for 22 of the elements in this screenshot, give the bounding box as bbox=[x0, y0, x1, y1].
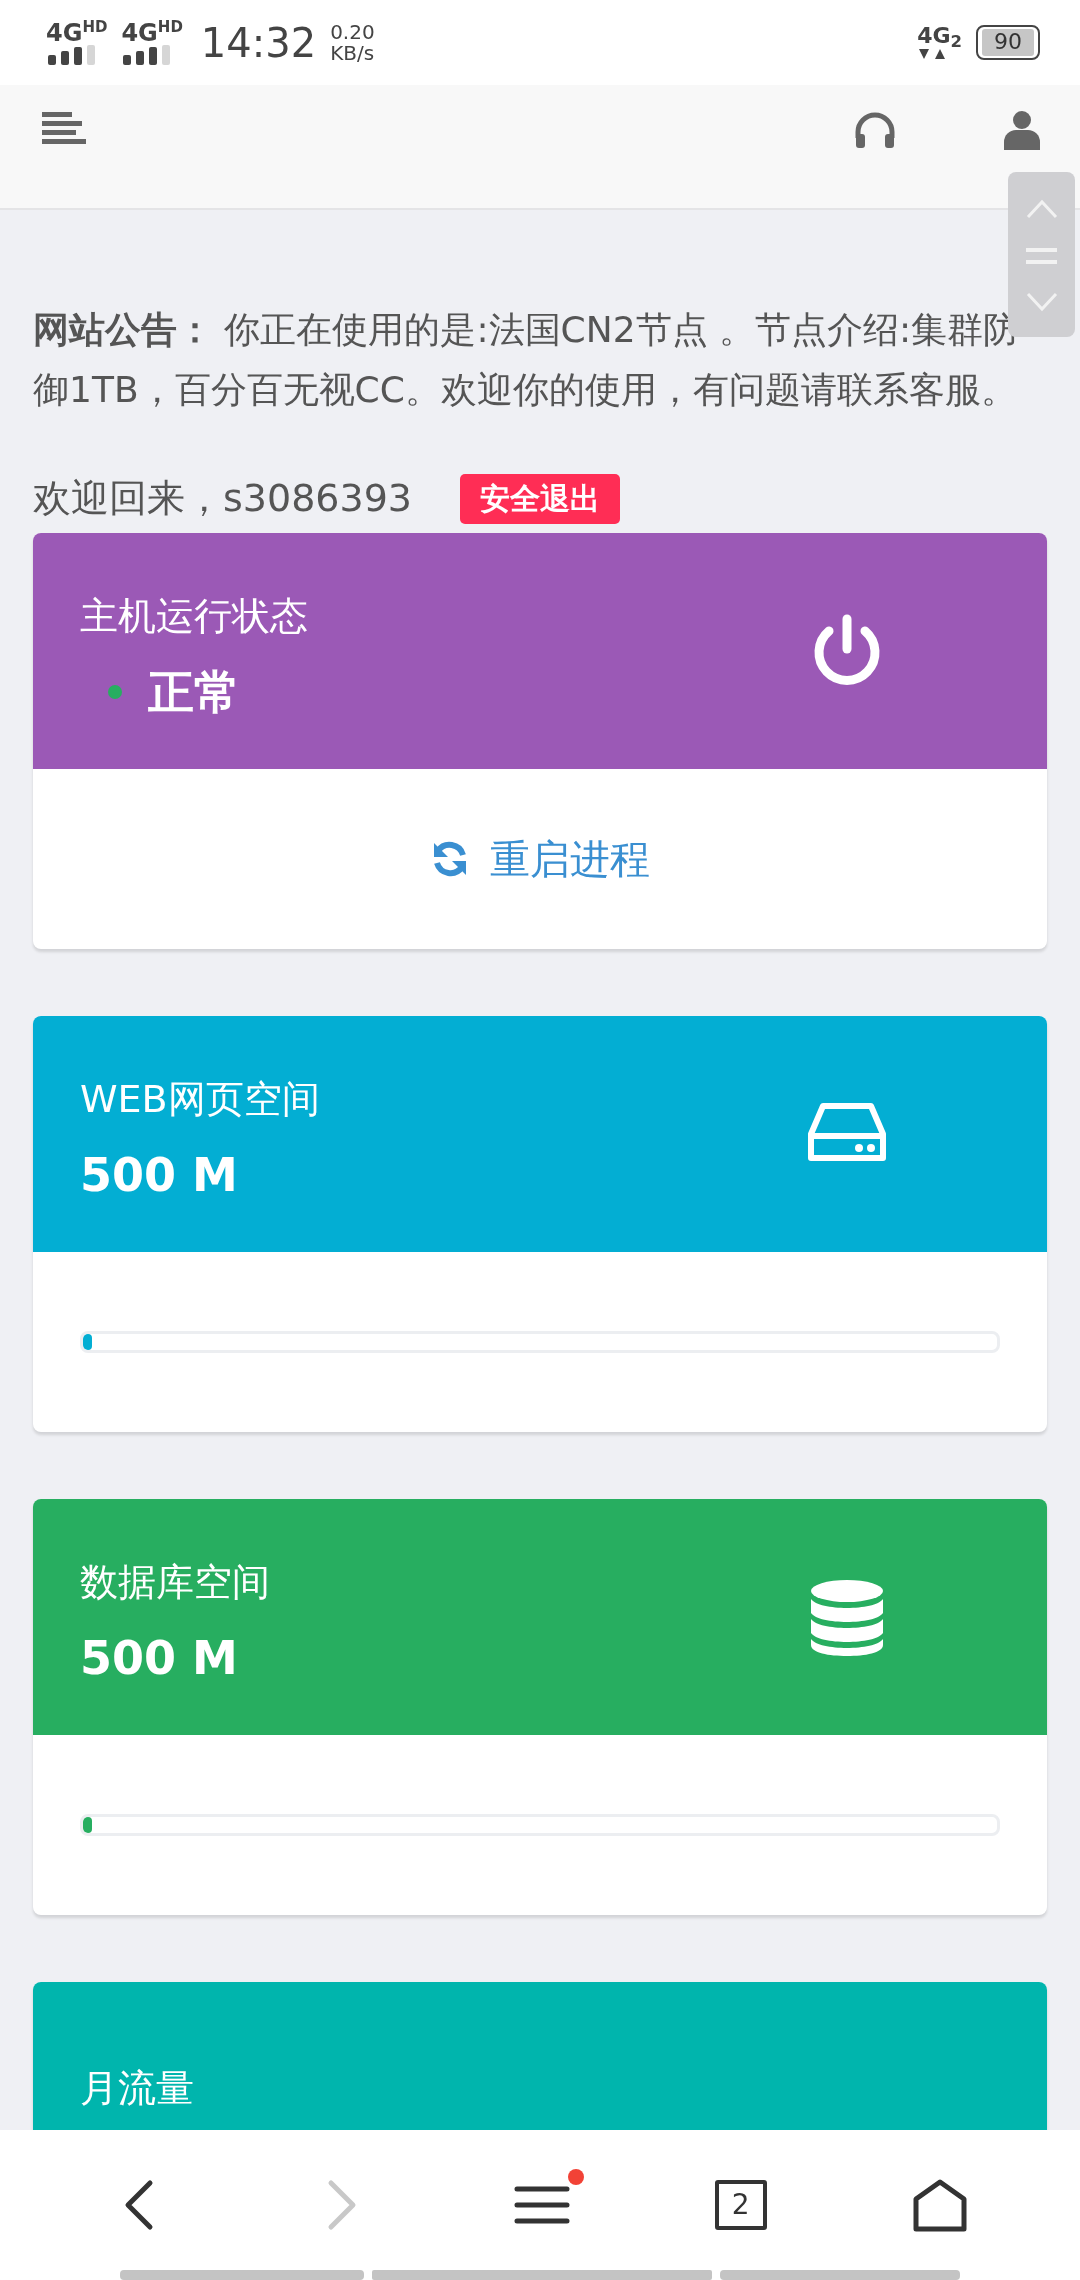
battery-level: 90 bbox=[982, 29, 1034, 56]
signal-label: 4G$^{HD}$ bbox=[46, 20, 108, 45]
network-speed: 0.20 bbox=[330, 21, 375, 43]
card-value: 500 M bbox=[80, 1151, 238, 1198]
headphones-icon[interactable] bbox=[854, 112, 896, 150]
card-value: 500 M bbox=[80, 1634, 238, 1681]
logout-button[interactable]: 安全退出 bbox=[460, 473, 621, 524]
card-value: 正常 bbox=[148, 668, 240, 715]
clock-time: 14:32 bbox=[200, 18, 317, 68]
card-title: 月流量 bbox=[80, 2064, 194, 2112]
card-title: 主机运行状态 bbox=[80, 592, 308, 640]
restart-button[interactable]: 重启进程 bbox=[420, 823, 660, 895]
card-title: WEB网页空间 bbox=[80, 1075, 320, 1123]
welcome-text: 欢迎回来，s3086393 bbox=[33, 475, 413, 522]
data-arrows-icon bbox=[917, 46, 948, 61]
speed-unit: KB/s bbox=[330, 42, 375, 64]
tabs-button[interactable]: 2 bbox=[698, 2172, 783, 2238]
user-icon[interactable] bbox=[1004, 110, 1040, 150]
network-label: 4G$_{2}$ bbox=[917, 22, 962, 48]
signal-label: 4G$^{HD}$ bbox=[121, 20, 183, 45]
home-icon bbox=[911, 2177, 968, 2233]
card-title: 数据库空间 bbox=[80, 1558, 270, 1606]
